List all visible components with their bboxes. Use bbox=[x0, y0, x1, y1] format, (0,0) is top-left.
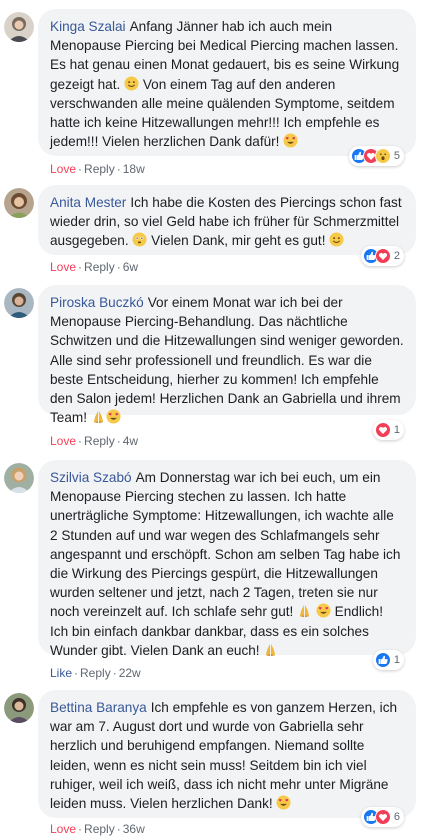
reply-link[interactable]: Reply bbox=[84, 822, 115, 836]
avatar[interactable] bbox=[4, 188, 34, 218]
reaction-count: 5 bbox=[393, 150, 400, 162]
comment-actions: Love · Reply · 6w bbox=[50, 260, 138, 274]
separator: · bbox=[116, 260, 121, 274]
smiling-face-icon bbox=[124, 76, 139, 91]
love-reaction-icon bbox=[374, 809, 391, 825]
timestamp[interactable]: 6w bbox=[123, 260, 138, 274]
reply-link[interactable]: Reply bbox=[84, 260, 115, 274]
reaction-summary[interactable]: 1 bbox=[372, 420, 404, 440]
reply-link[interactable]: Reply bbox=[84, 434, 115, 448]
reaction-count: 2 bbox=[393, 250, 400, 262]
separator: · bbox=[74, 666, 79, 680]
smiling-face-with-hearts-icon bbox=[316, 603, 331, 618]
comment-bubble: Szilvia Szabó Am Donnerstag war ich bei e… bbox=[38, 460, 416, 658]
comment-bubble: Bettina Baranya Ich empfehle es von ganze… bbox=[38, 690, 416, 818]
love-link[interactable]: Love bbox=[50, 822, 76, 836]
separator: · bbox=[112, 666, 117, 680]
comment-author[interactable]: Bettina Baranya bbox=[50, 700, 147, 715]
love-link[interactable]: Love bbox=[50, 260, 76, 274]
love-link[interactable]: Love bbox=[50, 434, 76, 448]
timestamp[interactable]: 4w bbox=[123, 434, 138, 448]
avatar[interactable] bbox=[4, 693, 34, 723]
comment-actions: Love · Reply · 18w bbox=[50, 162, 145, 176]
reply-link[interactable]: Reply bbox=[80, 666, 111, 680]
smiling-face-with-hearts-icon bbox=[276, 795, 291, 810]
reaction-summary[interactable]: 1 bbox=[372, 650, 404, 670]
reaction-count: 6 bbox=[393, 811, 400, 823]
comment-actions: Like · Reply · 22w bbox=[50, 666, 141, 680]
folded-hands-icon bbox=[297, 603, 312, 618]
avatar[interactable] bbox=[4, 288, 34, 318]
reaction-summary[interactable]: 6 bbox=[360, 807, 404, 827]
timestamp[interactable]: 36w bbox=[123, 822, 145, 836]
comment-author[interactable]: Anita Mester bbox=[50, 195, 126, 210]
flushed-face-icon bbox=[132, 232, 147, 247]
comment-actions: Love · Reply · 4w bbox=[50, 434, 138, 448]
love-link[interactable]: Love bbox=[50, 162, 76, 176]
comment-author[interactable]: Kinga Szalai bbox=[50, 19, 126, 34]
smiling-face-with-hearts-icon bbox=[283, 133, 298, 148]
comment-text: Am Donnerstag war ich bei euch, um ein M… bbox=[50, 470, 401, 620]
separator: · bbox=[116, 434, 121, 448]
wow-reaction-icon bbox=[374, 148, 391, 164]
comment-bubble: Anita Mester Ich habe die Kosten des Pier… bbox=[38, 185, 416, 255]
comment-author[interactable]: Piroska Buczkó bbox=[50, 295, 144, 310]
folded-hands-icon bbox=[91, 409, 106, 424]
separator: · bbox=[78, 822, 83, 836]
reaction-summary[interactable]: 5 bbox=[348, 146, 404, 166]
comment-text: Ich empfehle es von ganzem Herzen, ich w… bbox=[50, 700, 398, 812]
reaction-summary[interactable]: 2 bbox=[360, 246, 404, 266]
comment-text: Vielen Dank, mir geht es gut! bbox=[147, 233, 330, 249]
love-reaction-icon bbox=[374, 422, 391, 438]
avatar[interactable] bbox=[4, 463, 34, 493]
timestamp[interactable]: 22w bbox=[119, 666, 141, 680]
like-link[interactable]: Like bbox=[50, 666, 72, 680]
love-reaction-icon bbox=[374, 248, 391, 264]
reply-link[interactable]: Reply bbox=[84, 162, 115, 176]
comment-author[interactable]: Szilvia Szabó bbox=[50, 470, 132, 485]
comment-bubble: Piroska Buczkó Vor einem Monat war ich be… bbox=[38, 285, 416, 425]
separator: · bbox=[116, 162, 121, 176]
separator: · bbox=[116, 822, 121, 836]
separator: · bbox=[78, 162, 83, 176]
timestamp[interactable]: 18w bbox=[123, 162, 145, 176]
separator: · bbox=[78, 434, 83, 448]
avatar[interactable] bbox=[4, 12, 34, 42]
reaction-count: 1 bbox=[393, 424, 400, 436]
reaction-count: 1 bbox=[393, 654, 400, 666]
comment-actions: Love · Reply · 36w bbox=[50, 822, 145, 836]
folded-hands-icon bbox=[263, 642, 278, 657]
comment-text: Vor einem Monat war ich bei der Menopaus… bbox=[50, 295, 404, 426]
smiling-face-with-hearts-icon bbox=[106, 409, 121, 424]
separator: · bbox=[78, 260, 83, 274]
comment-bubble: Kinga Szalai Anfang Jänner hab ich auch m… bbox=[38, 9, 416, 156]
like-reaction-icon bbox=[374, 652, 391, 668]
smiling-face-icon bbox=[329, 232, 344, 247]
